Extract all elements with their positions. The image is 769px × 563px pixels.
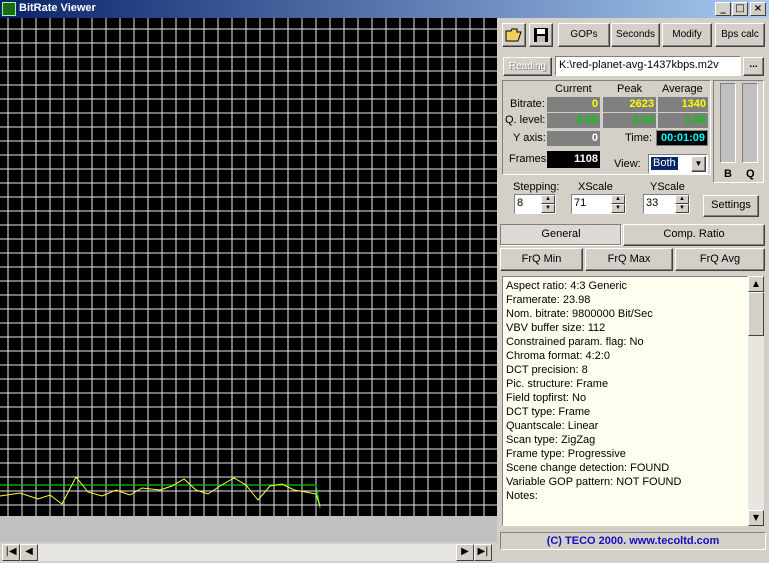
bitrate-average: 1340: [658, 97, 708, 112]
col-current-label: Current: [555, 83, 592, 95]
frq-max-button[interactable]: FrQ Max: [585, 248, 673, 271]
frames-label: Frames:: [509, 153, 550, 165]
yscale-down-icon[interactable]: ▼: [675, 204, 689, 213]
stepping-spinner[interactable]: 8 ▲ ▼: [514, 194, 556, 214]
reading-button[interactable]: Reading: [503, 57, 552, 76]
modify-button[interactable]: Modify: [662, 23, 712, 47]
graph-bottom-area: [0, 516, 497, 542]
xscale-spinner[interactable]: 71 ▲ ▼: [571, 194, 626, 214]
info-line: Scan type: ZigZag: [506, 434, 596, 446]
xscale-label: XScale: [578, 181, 613, 193]
app-icon: [2, 2, 16, 16]
qlevel-peak: 2.04: [603, 113, 656, 128]
save-button[interactable]: [529, 23, 553, 47]
qlevel-average: 1.92: [658, 113, 708, 128]
q-meter-label: Q: [746, 168, 755, 180]
yscale-up-icon[interactable]: ▲: [675, 195, 689, 204]
info-line: Chroma format: 4:2:0: [506, 350, 610, 362]
qlevel-label: Q. level:: [505, 114, 546, 126]
bitrate-graph: [0, 18, 497, 516]
scroll-first-icon[interactable]: |◀: [2, 544, 20, 561]
time-value: 00:01:09: [656, 130, 708, 146]
open-folder-button[interactable]: [502, 23, 526, 47]
xscale-value: 71: [574, 197, 587, 209]
scroll-down-icon[interactable]: ▼: [748, 510, 764, 526]
scroll-thumb[interactable]: [748, 292, 764, 336]
scroll-track[interactable]: [38, 544, 456, 561]
tab-comp-ratio[interactable]: Comp. Ratio: [623, 224, 765, 246]
bps-calc-button[interactable]: Bps calc: [715, 23, 765, 47]
xscale-down-icon[interactable]: ▼: [611, 204, 625, 213]
frames-value: 1108: [547, 151, 600, 168]
info-line: Field topfirst: No: [506, 392, 587, 404]
q-meter: [742, 83, 758, 163]
info-line: Constrained param. flag: No: [506, 336, 644, 348]
file-path-field[interactable]: K:\red-planet-avg-1437kbps.m2v: [555, 56, 741, 76]
info-line: Notes:: [506, 490, 538, 502]
info-line: DCT type: Frame: [506, 406, 591, 418]
minimize-button[interactable]: _: [715, 2, 731, 16]
info-line: Nom. bitrate: 9800000 Bit/Sec: [506, 308, 653, 320]
gops-button[interactable]: GOPs: [558, 23, 610, 47]
info-line: VBV buffer size: 112: [506, 322, 606, 334]
view-selected-value: Both: [651, 157, 678, 170]
view-label: View:: [614, 158, 641, 170]
tab-general[interactable]: General: [500, 224, 622, 246]
stepping-up-icon[interactable]: ▲: [541, 195, 555, 204]
browse-button[interactable]: ...: [743, 57, 764, 76]
b-meter-label: B: [724, 168, 732, 180]
info-line: Framerate: 23.98: [506, 294, 591, 306]
seconds-button[interactable]: Seconds: [611, 23, 660, 47]
scroll-left-icon[interactable]: ◀: [20, 544, 38, 561]
frq-avg-button[interactable]: FrQ Avg: [675, 248, 765, 271]
col-peak-label: Peak: [617, 83, 643, 95]
qlevel-current: 0.00: [547, 113, 600, 128]
bitrate-current: 0: [547, 97, 600, 112]
frq-min-button[interactable]: FrQ Min: [500, 248, 583, 271]
copyright-footer: (C) TECO 2000. www.tecoltd.com: [500, 532, 766, 550]
stepping-value: 8: [517, 197, 524, 209]
info-line: DCT precision: 8: [506, 364, 588, 376]
bitrate-label: Bitrate:: [510, 98, 545, 110]
yscale-label: YScale: [650, 181, 685, 193]
vertical-scrollbar[interactable]: ▲ ▼: [748, 276, 764, 526]
window-title: BitRate Viewer: [19, 2, 96, 14]
time-label: Time:: [625, 132, 653, 144]
info-line: Frame type: Progressive: [506, 448, 626, 460]
stepping-down-icon[interactable]: ▼: [541, 204, 555, 213]
folder-icon: [505, 28, 522, 42]
scroll-up-icon[interactable]: ▲: [748, 276, 764, 292]
dropdown-arrow-icon[interactable]: ▼: [691, 156, 706, 172]
stream-info-text[interactable]: Aspect ratio: 4:3 Generic Framerate: 23.9…: [502, 276, 748, 526]
col-average-label: Average: [662, 83, 703, 95]
yaxis-current: 0: [547, 131, 600, 146]
settings-button[interactable]: Settings: [703, 195, 759, 217]
close-button[interactable]: ×: [750, 2, 766, 16]
yscale-spinner[interactable]: 33 ▲ ▼: [643, 194, 690, 214]
info-line: Pic. structure: Frame: [506, 378, 609, 390]
maximize-button[interactable]: □: [732, 2, 748, 16]
info-line: Scene change detection: FOUND: [506, 462, 670, 474]
scroll-right-icon[interactable]: ▶: [456, 544, 474, 561]
save-disk-icon: [534, 28, 548, 42]
scroll-last-icon[interactable]: ▶|: [474, 544, 492, 561]
graph-canvas: [0, 18, 497, 516]
bitrate-peak: 2623: [603, 97, 656, 112]
b-meter: [720, 83, 736, 163]
stepping-label: Stepping:: [513, 181, 560, 193]
info-line: Variable GOP pattern: NOT FOUND: [506, 476, 682, 488]
xscale-up-icon[interactable]: ▲: [611, 195, 625, 204]
title-bar: BitRate Viewer _ □ ×: [0, 0, 769, 18]
info-line: Aspect ratio: 4:3 Generic: [506, 280, 628, 292]
info-line: Quantscale: Linear: [506, 420, 599, 432]
horizontal-scrollbar[interactable]: |◀ ◀ ▶ ▶|: [0, 542, 497, 563]
yscale-value: 33: [646, 197, 659, 209]
yaxis-label: Y axis:: [513, 132, 546, 144]
view-select[interactable]: Both ▼: [648, 154, 708, 174]
